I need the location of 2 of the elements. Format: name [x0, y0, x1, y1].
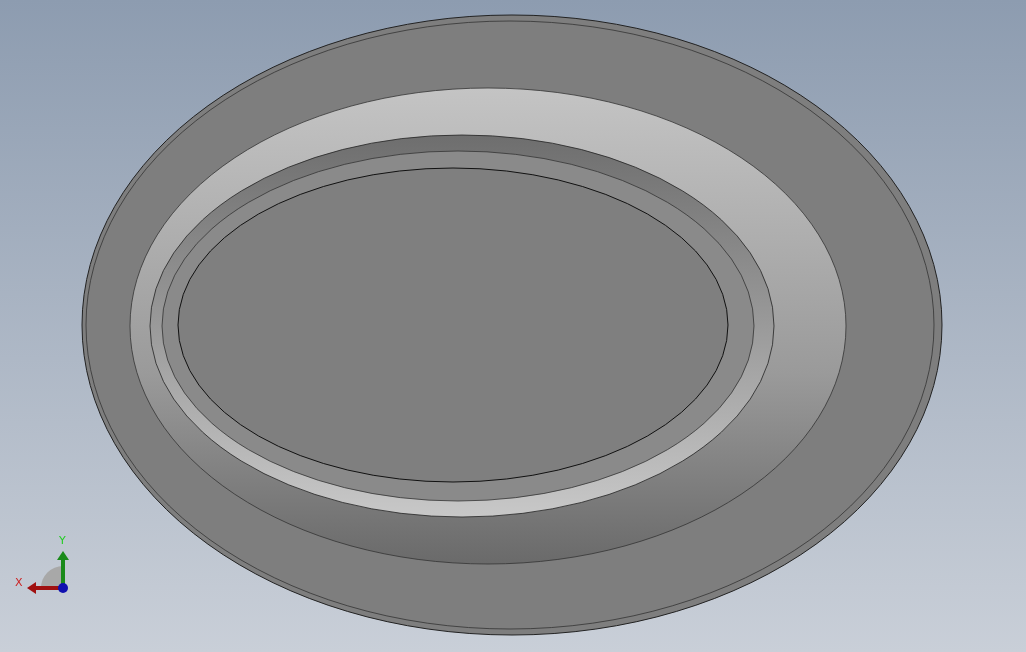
x-axis-label: X — [15, 577, 23, 588]
y-axis-label: Y — [59, 535, 66, 546]
